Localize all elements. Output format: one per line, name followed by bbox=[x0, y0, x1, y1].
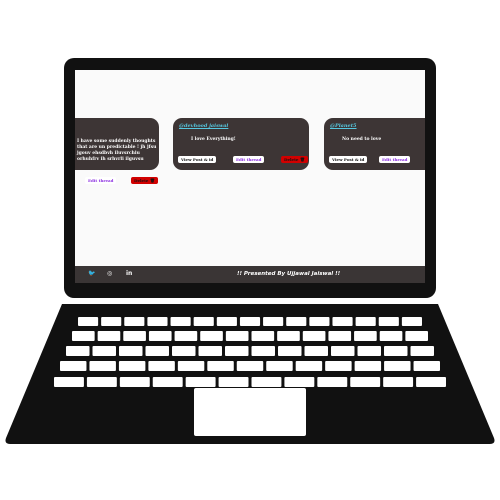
key bbox=[89, 361, 116, 371]
key bbox=[284, 377, 315, 387]
key bbox=[286, 317, 307, 326]
key bbox=[101, 317, 122, 326]
key bbox=[416, 377, 446, 387]
key bbox=[198, 346, 222, 356]
edit-thread-button[interactable]: Edit thread bbox=[379, 156, 411, 163]
key bbox=[357, 346, 381, 356]
key bbox=[384, 361, 411, 371]
key bbox=[118, 361, 146, 371]
delete-button[interactable]: Delete 🗑 bbox=[131, 177, 158, 184]
key bbox=[405, 331, 428, 341]
key bbox=[216, 317, 237, 326]
instagram-icon[interactable]: ◎ bbox=[107, 270, 112, 277]
thread-card: I have some suddenly thoughts that are u… bbox=[75, 118, 159, 184]
key bbox=[384, 346, 408, 356]
twitter-icon[interactable]: 🐦 bbox=[88, 270, 95, 277]
key bbox=[200, 331, 223, 341]
key bbox=[86, 377, 117, 387]
thread-text: No need to love bbox=[342, 137, 382, 142]
key bbox=[401, 317, 422, 326]
view-post-button[interactable]: View Post & id bbox=[329, 156, 368, 163]
key bbox=[263, 317, 284, 326]
thread-card: @Planet5 No need to love View Post & id … bbox=[324, 118, 425, 170]
key bbox=[148, 361, 175, 371]
key bbox=[331, 346, 355, 356]
key bbox=[350, 377, 381, 387]
key bbox=[119, 346, 143, 356]
thread-card: @devhood jaiswal I love Everything! View… bbox=[173, 118, 309, 170]
key bbox=[177, 361, 205, 371]
key bbox=[66, 346, 90, 356]
key bbox=[383, 377, 414, 387]
delete-button[interactable]: Delete 🗑 bbox=[281, 156, 308, 163]
key bbox=[379, 331, 403, 341]
key bbox=[278, 346, 302, 356]
key bbox=[239, 317, 261, 326]
key bbox=[170, 317, 191, 326]
footer: 🐦 ◎ in !! Presented By Ujjawal Jaiswal !… bbox=[75, 266, 425, 283]
key bbox=[225, 331, 249, 341]
key bbox=[251, 377, 282, 387]
key bbox=[378, 317, 399, 326]
key bbox=[124, 317, 145, 326]
key bbox=[123, 331, 146, 341]
key bbox=[236, 361, 264, 371]
view-post-button[interactable]: View Post & id bbox=[178, 156, 217, 163]
key bbox=[78, 317, 99, 326]
key bbox=[304, 346, 328, 356]
key bbox=[185, 377, 216, 387]
key bbox=[54, 377, 84, 387]
key bbox=[277, 331, 300, 341]
key bbox=[317, 377, 348, 387]
key bbox=[354, 331, 377, 341]
thread-handle-link[interactable]: @Planet5 bbox=[330, 123, 357, 129]
key bbox=[97, 331, 121, 341]
key bbox=[309, 317, 330, 326]
edit-thread-button[interactable]: Edit thread bbox=[233, 156, 265, 163]
key bbox=[251, 346, 275, 356]
key bbox=[218, 377, 249, 387]
key bbox=[92, 346, 116, 356]
trackpad bbox=[194, 388, 306, 436]
key bbox=[225, 346, 249, 356]
key bbox=[410, 346, 434, 356]
key bbox=[148, 331, 172, 341]
thread-text: I love Everything! bbox=[191, 137, 236, 142]
footer-credit: !! Presented By Ujjawal Jaiswal !! bbox=[237, 271, 341, 277]
key bbox=[172, 346, 196, 356]
key bbox=[413, 361, 440, 371]
key bbox=[60, 361, 87, 371]
key bbox=[355, 317, 376, 326]
key bbox=[251, 331, 275, 341]
key bbox=[193, 317, 214, 326]
key bbox=[152, 377, 183, 387]
key bbox=[302, 331, 326, 341]
key bbox=[119, 377, 150, 387]
key bbox=[145, 346, 169, 356]
edit-thread-button[interactable]: Edit thread bbox=[85, 177, 117, 184]
screen: I have some suddenly thoughts that are u… bbox=[75, 70, 425, 283]
key bbox=[295, 361, 323, 371]
key bbox=[147, 317, 168, 326]
key bbox=[72, 331, 95, 341]
key bbox=[354, 361, 382, 371]
thread-text: I have some suddenly thoughts that are u… bbox=[77, 139, 157, 162]
key bbox=[332, 317, 353, 326]
key bbox=[266, 361, 293, 371]
key bbox=[207, 361, 234, 371]
thread-handle-link[interactable]: @devhood jaiswal bbox=[179, 123, 228, 129]
key bbox=[174, 331, 198, 341]
key bbox=[325, 361, 352, 371]
key bbox=[328, 331, 352, 341]
linkedin-icon[interactable]: in bbox=[126, 270, 132, 277]
